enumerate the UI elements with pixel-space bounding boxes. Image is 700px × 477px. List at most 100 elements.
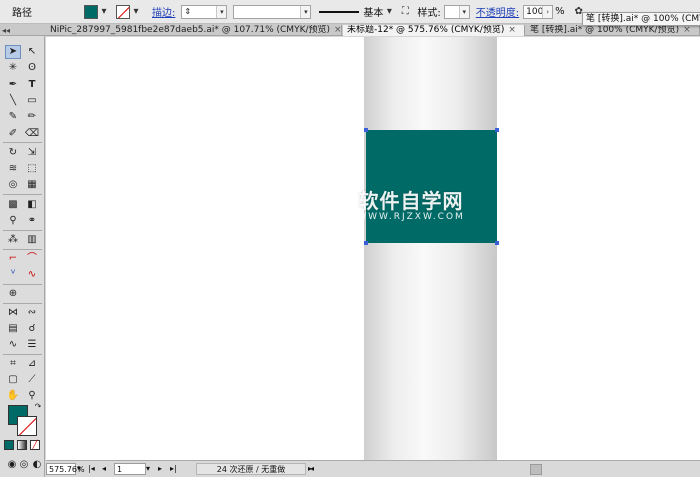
hand-tool-icon[interactable]: ✋ <box>5 389 21 403</box>
style-label: 样式: <box>417 8 441 19</box>
wave-tool-icon[interactable]: ∾ <box>24 306 40 320</box>
watermark-url: WWW.RJZXW.COM <box>357 212 465 222</box>
close-icon[interactable]: × <box>334 25 341 35</box>
artboard-number-field[interactable]: 1 <box>114 463 146 475</box>
blend-tool-icon[interactable]: ⚭ <box>24 214 40 228</box>
rotate-tool-icon[interactable]: ↻ <box>5 146 21 160</box>
pen-tool-icon[interactable]: ✒ <box>5 78 21 92</box>
document-tooltip: 笔 [转换].ai* @ 100% (CMYK/预览) <box>582 12 700 26</box>
options-icon[interactable]: ⛶ <box>399 6 411 18</box>
tab-label: NiPic_287997_5981fbe2e87daeb5.ai* @ 107.… <box>50 25 331 35</box>
screen-mode-icon[interactable]: ◐ <box>29 458 45 472</box>
direct-selection-tool-icon[interactable]: ↖ <box>24 45 40 59</box>
fill-color-picker[interactable]: ▾ <box>84 4 110 19</box>
color-mode-icon[interactable] <box>4 440 14 450</box>
stroke-color-box[interactable] <box>17 416 37 436</box>
envelope-tool-icon[interactable]: ⋈ <box>5 306 21 320</box>
bar-graph-tool-icon[interactable]: ▤ <box>5 322 21 336</box>
none-mode-icon[interactable]: ╱ <box>30 440 40 450</box>
stroke-none-swatch[interactable] <box>116 4 130 19</box>
chevron-down-icon[interactable]: ▾ <box>77 463 87 475</box>
tool-divider <box>3 249 42 250</box>
tab-untitled-12[interactable]: 未标题-12* @ 575.76% (CMYK/预览) × <box>343 25 525 36</box>
none-slash-icon <box>117 5 129 18</box>
free-transform-tool-icon[interactable]: ⬚ <box>24 162 40 176</box>
history-status: 24 次还原 / 无重做 <box>196 463 306 475</box>
stepper-icon[interactable]: ⇕ <box>184 7 191 16</box>
paintbrush-tool-icon[interactable]: ✎ <box>5 110 21 124</box>
type-tool-icon[interactable]: T <box>24 78 40 92</box>
shape-builder-tool-icon[interactable]: ◎ <box>5 178 21 192</box>
anchor-point[interactable] <box>495 241 499 245</box>
chevron-down-icon[interactable]: ▾ <box>98 6 110 18</box>
stroke-weight-field[interactable]: ⇕ ▾ <box>181 4 228 19</box>
variable-width-field[interactable]: ▾ <box>233 4 312 19</box>
convert-anchor-tool-icon[interactable]: ⱽ <box>5 268 21 282</box>
scroll-left-icon[interactable]: ◂ <box>310 463 314 475</box>
blob-brush-tool-icon[interactable]: ✐ <box>5 127 21 141</box>
anchor-point[interactable] <box>364 128 368 132</box>
tool-divider <box>3 194 42 195</box>
puppet-tool-icon[interactable]: ☌ <box>24 322 40 336</box>
gradient-pillar-shape[interactable] <box>364 37 497 460</box>
mesh-tool-icon[interactable]: ▩ <box>5 198 21 212</box>
first-artboard-icon[interactable]: |◂ <box>88 463 95 475</box>
fill-swatch[interactable] <box>84 4 98 19</box>
opacity-value[interactable]: 100 <box>526 7 543 17</box>
anchor-curve-tool-icon[interactable]: ⌒ <box>24 252 40 266</box>
chevron-down-icon[interactable]: ▾ <box>146 463 150 475</box>
perspective-grid-tool-icon[interactable]: ▦ <box>24 178 40 192</box>
measure-tool-icon[interactable]: ⊿ <box>24 357 40 371</box>
eyedropper-tool-icon[interactable]: ⚲ <box>5 214 21 228</box>
gradient-tool-icon[interactable]: ◧ <box>24 198 40 212</box>
artboard-tool-icon[interactable]: ▢ <box>5 373 21 387</box>
tab-nipic[interactable]: NiPic_287997_5981fbe2e87daeb5.ai* @ 107.… <box>46 25 342 36</box>
chevron-down-icon[interactable]: ▾ <box>130 6 142 18</box>
anchor-point[interactable] <box>364 241 368 245</box>
stroke-label[interactable]: 描边: <box>152 4 175 19</box>
gradient-mode-icon[interactable] <box>17 440 27 450</box>
scale-tool-icon[interactable]: ⇲ <box>24 146 40 160</box>
pencil-tool-icon[interactable]: ✏ <box>24 110 40 124</box>
prev-artboard-icon[interactable]: ◂ <box>102 463 106 475</box>
close-icon[interactable]: × <box>683 25 691 35</box>
chevron-down-icon[interactable]: ▾ <box>383 6 395 18</box>
selection-tool-icon[interactable]: ➤ <box>5 45 21 59</box>
tab-pen-converted[interactable]: 笔 [转换].ai* @ 100% (CMYK/预览) × <box>526 25 700 36</box>
stroke-line-preview <box>319 10 360 13</box>
zigzag-tool-icon[interactable]: ∿ <box>5 338 21 352</box>
column-graph-tool-icon[interactable]: ▥ <box>24 233 40 247</box>
align-tool-icon[interactable]: ☰ <box>24 338 40 352</box>
last-artboard-icon[interactable]: ▸| <box>170 463 177 475</box>
chevron-down-icon[interactable]: ▾ <box>458 5 469 18</box>
slice-tool-icon[interactable]: ⌗ <box>5 357 21 371</box>
symbol-sprayer-tool-icon[interactable]: ⁂ <box>5 233 21 247</box>
knife-tool-icon[interactable]: ⟋ <box>24 373 40 387</box>
warp-tool-icon[interactable]: ≋ <box>5 162 21 176</box>
chevron-down-icon[interactable]: ▾ <box>216 5 227 18</box>
horizontal-scroll-thumb[interactable] <box>530 464 542 475</box>
chevron-right-icon[interactable]: › <box>542 5 553 18</box>
close-icon[interactable]: × <box>508 25 516 35</box>
stroke-color-picker[interactable]: ▾ <box>116 4 142 19</box>
add-anchor-tool-icon[interactable]: ⌐ <box>5 252 21 266</box>
collapse-panel-icon[interactable]: ◂◂ <box>2 26 10 35</box>
tool-divider <box>3 142 42 143</box>
next-artboard-icon[interactable]: ▸ <box>158 463 162 475</box>
chevron-down-icon[interactable]: ▾ <box>300 5 311 18</box>
smooth-tool-icon[interactable]: ∿ <box>24 268 40 282</box>
line-tool-icon[interactable]: ╲ <box>5 94 21 108</box>
artboard-canvas[interactable]: 软件自学网 WWW.RJZXW.COM <box>46 37 700 460</box>
zoom-level-field[interactable]: 575.76% <box>46 463 85 475</box>
swap-fill-stroke-icon[interactable]: ↷ <box>30 400 46 414</box>
brush-definition[interactable]: 基本 ▾ <box>319 4 395 19</box>
anchor-point[interactable] <box>495 128 499 132</box>
rectangle-tool-icon[interactable]: ▭ <box>24 94 40 108</box>
crosshair-tool-icon[interactable]: ⊕ <box>5 287 21 301</box>
opacity-label[interactable]: 不透明度: <box>476 4 519 19</box>
lasso-tool-icon[interactable]: ʘ <box>24 61 40 75</box>
style-picker[interactable]: ▾ <box>443 4 470 19</box>
magic-wand-tool-icon[interactable]: ✳ <box>5 61 21 75</box>
eraser-tool-icon[interactable]: ⌫ <box>24 127 40 141</box>
opacity-input[interactable]: 100 › <box>523 4 554 19</box>
